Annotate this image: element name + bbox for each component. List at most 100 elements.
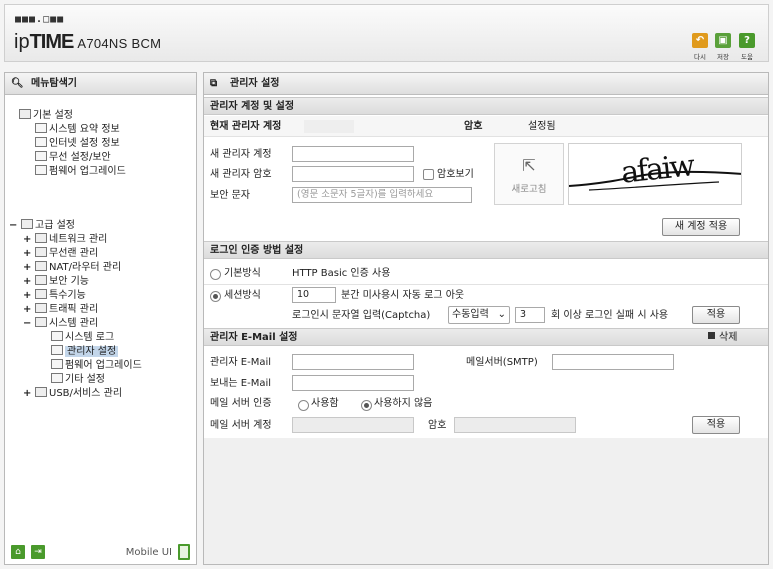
traffic-icon [35, 303, 47, 313]
tree-item-network[interactable]: + 네트워크 관리 [23, 233, 107, 246]
tree-item-traffic[interactable]: + 트래픽 관리 [23, 303, 98, 316]
mail-password-label: 암호 [428, 420, 447, 431]
logout-icon[interactable]: ⇥ [31, 545, 45, 559]
fail-count-desc: 회 이상 로그인 실패 시 사용 [551, 310, 669, 321]
tree-advanced-settings[interactable]: − 고급 설정 [9, 219, 75, 232]
brand-logo: ipTIME A704NS BCM [14, 31, 161, 54]
mail-auth-nouse-radio[interactable] [361, 400, 372, 411]
section-email-header: 관리자 E-Mail 설정 [204, 328, 768, 346]
delete-icon [708, 332, 715, 339]
tree-item-nat-router[interactable]: + NAT/라우터 관리 [23, 261, 121, 274]
tree-basic-settings[interactable]: 기본 설정 [19, 109, 73, 122]
new-account-input[interactable] [292, 146, 414, 162]
captcha-refresh-button[interactable]: ⇱ 새로고침 [494, 143, 564, 205]
captcha-text: afaiw [619, 148, 695, 191]
model-name: A704NS BCM [77, 36, 162, 51]
captcha-input[interactable]: (영문 소문자 5글자)를 입력하세요 [292, 187, 472, 203]
tree-item-wlan[interactable]: + 무선랜 관리 [23, 247, 98, 260]
captcha-label: 보안 문자 [210, 190, 250, 201]
mobile-icon[interactable] [178, 544, 190, 560]
smtp-input[interactable] [552, 354, 674, 370]
fail-count-input[interactable]: 3 [515, 307, 545, 323]
panel-empty-area [204, 438, 768, 564]
page-title: ⧉ 관리자 설정 [204, 73, 768, 95]
expand-icon: + [23, 388, 32, 399]
tree-item-firmware-upgrade[interactable]: 펌웨어 업그레이드 [35, 165, 126, 178]
captcha-mode-select[interactable]: 수동입력 ⌄ [448, 306, 510, 324]
wireless-icon [35, 247, 47, 257]
chevron-down-icon: ⌄ [497, 309, 506, 320]
home-icon[interactable]: ⌂ [11, 545, 25, 559]
undo-button[interactable]: ↶ 다시 [691, 33, 709, 61]
folder-icon [21, 219, 33, 229]
mail-auth-use-radio[interactable] [298, 400, 309, 411]
special-icon [35, 289, 47, 299]
sender-email-label: 보내는 E-Mail [210, 378, 272, 389]
brand-ip: ip [14, 31, 30, 53]
apply-new-account-button[interactable]: 새 계정 적용 [662, 218, 740, 236]
page-icon [51, 359, 63, 369]
expand-icon: + [23, 248, 32, 259]
show-password-checkbox[interactable] [423, 169, 434, 180]
window-icon: ⧉ [210, 78, 218, 89]
mail-password-input[interactable] [454, 417, 576, 433]
session-auth-label: 세션방식 [224, 290, 261, 301]
save-button[interactable]: ▣ 저장 [714, 33, 732, 61]
firmware-icon [35, 165, 47, 175]
new-password-input[interactable] [292, 166, 414, 182]
password-status: 설정됨 [528, 121, 556, 132]
refresh-icon: ⇱ [522, 156, 536, 175]
help-button[interactable]: ? 도움 [738, 33, 756, 61]
folder-icon [19, 109, 31, 119]
basic-auth-radio[interactable] [210, 269, 221, 280]
tree-item-system[interactable]: − 시스템 관리 [23, 317, 98, 330]
tree-item-security[interactable]: + 보안 기능 [23, 275, 89, 288]
delete-email-button[interactable]: 삭제 [708, 331, 737, 345]
expand-icon: + [23, 290, 32, 301]
sender-email-input[interactable] [292, 375, 414, 391]
monitor-icon [35, 137, 47, 147]
search-icon: 🔍︎ [11, 78, 24, 89]
apply-login-button[interactable]: 적용 [692, 306, 740, 324]
session-minutes-input[interactable]: 10 [292, 287, 336, 303]
menu-explorer: 🔍︎ 메뉴탐색기 기본 설정 시스템 요약 정보 인터넷 설정 정보 무선 설정/… [4, 72, 197, 565]
help-icon: ? [739, 33, 755, 48]
apply-email-button[interactable]: 적용 [692, 416, 740, 434]
tree-item-wireless-security[interactable]: 무선 설정/보안 [35, 151, 111, 164]
mobile-ui-link[interactable]: Mobile UI [126, 547, 172, 558]
captcha-image: afaiw [568, 143, 742, 205]
save-icon: ▣ [715, 33, 731, 48]
header: ■■■.□■■ ipTIME A704NS BCM ↶ 다시 ▣ 저장 ? 도움 [4, 4, 769, 62]
tree-item-system-log[interactable]: 시스템 로그 [51, 331, 114, 344]
system-icon [35, 317, 47, 327]
wireless-icon [35, 151, 47, 161]
router-icon [35, 261, 47, 271]
tree-item-internet-info[interactable]: 인터넷 설정 정보 [35, 137, 120, 150]
tree-item-system-firmware[interactable]: 펌웨어 업그레이드 [51, 359, 142, 372]
tree-item-special[interactable]: + 특수기능 [23, 289, 86, 302]
network-icon [35, 233, 47, 243]
mail-auth-nouse-label: 사용하지 않음 [374, 398, 433, 409]
expand-icon: + [23, 234, 32, 245]
undo-icon: ↶ [692, 33, 708, 48]
admin-email-input[interactable] [292, 354, 414, 370]
basic-auth-label: 기본방식 [224, 268, 261, 279]
tree-item-admin-settings[interactable]: 관리자 설정 [51, 345, 119, 358]
basic-auth-desc: HTTP Basic 인증 사용 [292, 268, 391, 279]
page-icon [51, 345, 63, 355]
page-icon [51, 331, 63, 341]
captcha-login-desc: 로그인시 문자열 입력(Captcha) [292, 310, 431, 321]
tree-item-misc-settings[interactable]: 기타 설정 [51, 373, 105, 386]
tree-item-system-summary[interactable]: 시스템 요약 정보 [35, 123, 120, 136]
menu-footer: ⌂ ⇥ Mobile UI [5, 542, 196, 564]
password-label: 암호 [464, 121, 483, 132]
expand-icon: + [23, 276, 32, 287]
brand-dots: ■■■.□■■ [15, 14, 65, 25]
mail-account-input[interactable] [292, 417, 414, 433]
expand-icon: + [23, 304, 32, 315]
smtp-label: 메일서버(SMTP) [466, 357, 538, 368]
mail-auth-label: 메일 서버 인증 [210, 398, 272, 409]
tree-item-usb[interactable]: + USB/서비스 관리 [23, 387, 122, 400]
session-auth-radio[interactable] [210, 291, 221, 302]
lock-icon [35, 275, 47, 285]
